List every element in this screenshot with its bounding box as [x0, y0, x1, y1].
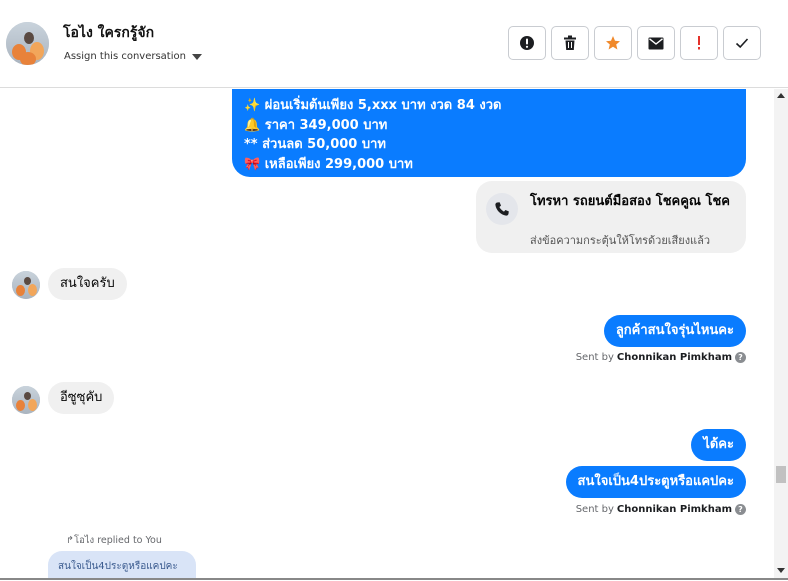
incoming-message[interactable]: สนใจครับ — [48, 268, 127, 300]
outgoing-message[interactable]: สนใจเป็น4ประตูหรือแคปคะ — [565, 466, 746, 498]
scroll-down-arrow-icon[interactable] — [777, 568, 785, 573]
agent-name[interactable]: Chonnikan Pimkham — [617, 504, 732, 515]
assign-label: Assign this conversation — [64, 51, 186, 62]
inbox-conversation-view: โอไง ใครกรู้จัก Assign this conversation — [0, 0, 788, 581]
alert-circle-icon — [520, 36, 534, 50]
scroll-up-arrow-icon[interactable] — [777, 93, 785, 98]
trash-icon — [564, 35, 576, 50]
promo-line: 🎀 เหลือเพียง 299,000 บาท — [244, 156, 413, 172]
conversation-toolbar — [508, 26, 761, 60]
checkmark-icon — [735, 38, 749, 49]
assign-conversation-dropdown[interactable]: Assign this conversation — [64, 51, 202, 62]
spam-alert-button[interactable] — [508, 26, 546, 60]
reply-indicator: ↱โอไง replied to You — [66, 535, 162, 546]
call-card-subtitle: ส่งข้อความกระตุ้นให้โทรด้วยเสียงแล้ว — [530, 234, 711, 247]
quoted-message[interactable]: สนใจเป็น4ประตูหรือแคปคะ — [48, 551, 196, 578]
contact-name[interactable]: โอไง ใครกรู้จัก — [63, 22, 154, 44]
star-icon — [606, 36, 620, 50]
help-icon[interactable]: ? — [735, 504, 746, 515]
scrollbar-thumb[interactable] — [776, 466, 786, 483]
envelope-icon — [648, 37, 664, 49]
contact-avatar[interactable] — [6, 22, 49, 65]
promo-line: ** ส่วนลด 50,000 บาท — [244, 137, 386, 152]
conversation-header: โอไง ใครกรู้จัก Assign this conversation — [0, 0, 788, 88]
promo-line: ✨ ผ่อนเริ่มต้นเพียง 5,xxx บาท งวด 84 งวด — [244, 98, 502, 113]
exclamation-icon — [698, 36, 700, 50]
thread-scrollbar[interactable] — [774, 89, 788, 578]
caret-down-icon — [191, 53, 202, 60]
divider — [0, 578, 788, 580]
star-button[interactable] — [594, 26, 632, 60]
help-icon[interactable]: ? — [735, 352, 746, 363]
promo-message-bubble[interactable]: ✨ ผ่อนเริ่มต้นเพียง 5,xxx บาท งวด 84 งวด… — [232, 89, 746, 177]
agent-name[interactable]: Chonnikan Pimkham — [617, 352, 732, 363]
contact-avatar — [12, 271, 40, 299]
follow-up-button[interactable] — [680, 26, 718, 60]
sent-by-label: Sent by Chonnikan Pimkham ? — [576, 352, 746, 363]
incoming-message[interactable]: อีซูซุคับ — [48, 382, 115, 414]
message-thread[interactable]: ✨ ผ่อนเริ่มต้นเพียง 5,xxx บาท งวด 84 งวด… — [0, 89, 774, 578]
sent-by-label: Sent by Chonnikan Pimkham ? — [576, 504, 746, 515]
promo-line: 🔔 ราคา 349,000 บาท — [244, 117, 388, 133]
delete-button[interactable] — [551, 26, 589, 60]
mark-unread-button[interactable] — [637, 26, 675, 60]
mark-done-button[interactable] — [723, 26, 761, 60]
outgoing-message[interactable]: ลูกค้าสนใจรุ่นไหนคะ — [603, 315, 746, 347]
call-prompt-card[interactable]: โทรหา รถยนต์มือสอง โชคคูณ โชค ส่งข้อความ… — [476, 181, 746, 253]
phone-icon — [486, 193, 518, 225]
outgoing-message[interactable]: ได้คะ — [691, 429, 746, 461]
call-card-title: โทรหา รถยนต์มือสอง โชคคูณ โชค — [530, 194, 731, 209]
contact-avatar — [12, 386, 40, 414]
